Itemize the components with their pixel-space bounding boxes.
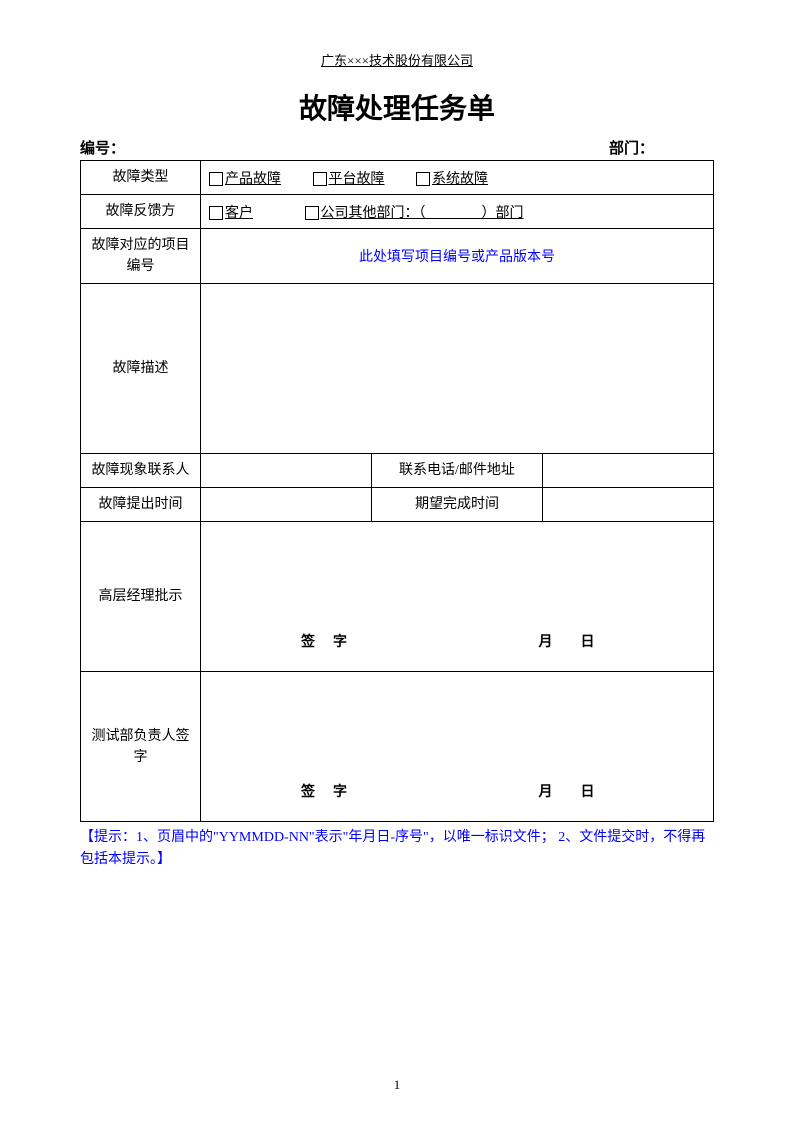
row-contact: 故障现象联系人 联系电话/邮件地址 [81,454,714,488]
footer-note: 【提示：1、页眉中的"YYMMDD-NN"表示"年月日-序号"，以唯一标识文件；… [80,827,714,872]
checkbox-icon[interactable] [209,206,223,220]
checkbox-icon[interactable] [305,206,319,220]
checkbox-icon[interactable] [209,172,223,186]
cell-expect-time[interactable] [543,488,714,522]
label-feedback-src: 故障反馈方 [81,195,201,229]
cell-manager-sign[interactable]: 签 字 月日 [201,522,714,672]
label-project-no: 故障对应的项目编号 [81,229,201,284]
page-header-company: 广东×××技术股份有限公司 [80,50,714,69]
opt-customer: 客户 [225,206,253,221]
cell-fault-type-options: 产品故障 平台故障 系统故障 [201,161,714,195]
date-label: 月日 [525,781,609,801]
cell-phone[interactable] [543,454,714,488]
cell-project-no[interactable]: 此处填写项目编号或产品版本号 [201,229,714,284]
row-project-no: 故障对应的项目编号 此处填写项目编号或产品版本号 [81,229,714,284]
sig-label: 签 字 [301,631,349,651]
manager-sign-row: 签 字 月日 [201,631,713,651]
page-title: 故障处理任务单 [80,87,714,127]
dept-label: 部门： [609,137,714,158]
opt-product-fault: 产品故障 [225,172,281,187]
cell-contact-name[interactable] [201,454,372,488]
checkbox-icon[interactable] [313,172,327,186]
row-description: 故障描述 [81,284,714,454]
cell-submit-time[interactable] [201,488,372,522]
label-contact: 故障现象联系人 [81,454,201,488]
row-tester: 测试部负责人签字 签 字 月日 [81,672,714,822]
row-time: 故障提出时间 期望完成时间 [81,488,714,522]
page-number: 1 [0,1077,794,1093]
opt-platform-fault: 平台故障 [329,172,385,187]
label-tester: 测试部负责人签字 [81,672,201,822]
opt-system-fault: 系统故障 [432,172,488,187]
serial-label: 编号： [80,137,609,158]
sig-label: 签 字 [301,781,349,801]
cell-description[interactable] [201,284,714,454]
label-fault-type: 故障类型 [81,161,201,195]
row-manager: 高层经理批示 签 字 月日 [81,522,714,672]
label-manager: 高层经理批示 [81,522,201,672]
meta-row: 编号： 部门： [80,137,714,158]
project-no-hint: 此处填写项目编号或产品版本号 [209,246,705,266]
row-feedback-src: 故障反馈方 客户 公司其他部门：（ ）部门 [81,195,714,229]
row-fault-type: 故障类型 产品故障 平台故障 系统故障 [81,161,714,195]
label-description: 故障描述 [81,284,201,454]
form-table: 故障类型 产品故障 平台故障 系统故障 故障反馈方 客户 公司其他部门：（ ）部… [80,160,714,822]
opt-other-dept: 公司其他部门：（ ）部门 [321,206,524,221]
tester-sign-row: 签 字 月日 [201,781,713,801]
label-expect-time: 期望完成时间 [372,488,543,522]
cell-tester-sign[interactable]: 签 字 月日 [201,672,714,822]
label-submit-time: 故障提出时间 [81,488,201,522]
checkbox-icon[interactable] [416,172,430,186]
cell-feedback-options: 客户 公司其他部门：（ ）部门 [201,195,714,229]
label-phone: 联系电话/邮件地址 [372,454,543,488]
date-label: 月日 [525,631,609,651]
